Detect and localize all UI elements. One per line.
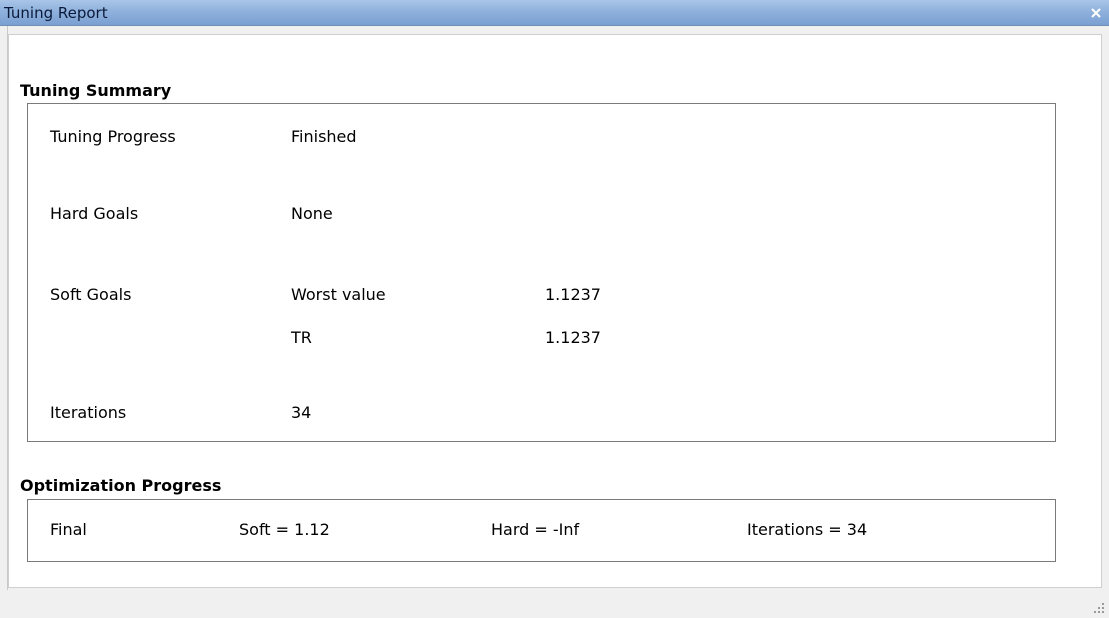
close-button[interactable] [1085, 2, 1107, 24]
close-icon [1091, 8, 1101, 18]
tuning-progress-value: Finished [291, 127, 357, 146]
iterations-label: Iterations [50, 403, 127, 422]
tuning-progress-label: Tuning Progress [50, 127, 176, 146]
soft-goal-value: 1.1237 [545, 328, 601, 347]
optimization-iterations-value: Iterations = 34 [747, 520, 868, 539]
soft-goal-value: 1.1237 [545, 285, 601, 304]
optimization-row-label: Final [50, 520, 87, 539]
iterations-value: 34 [291, 403, 312, 422]
hard-goals-label: Hard Goals [50, 204, 139, 223]
hard-goals-value: None [291, 204, 333, 223]
window-title: Tuning Report [4, 4, 108, 22]
soft-goal-name: TR [291, 328, 312, 347]
tuning-summary-panel: Tuning Progress Finished Hard Goals None… [27, 103, 1056, 442]
resize-grip-icon [1094, 603, 1104, 613]
report-content: Tuning Summary Tuning Progress Finished … [8, 34, 1102, 588]
window-left-edge [0, 26, 8, 617]
tuning-report-window: Tuning Report Tuning Summary Tuning Prog… [0, 0, 1109, 617]
status-bar [0, 590, 1109, 617]
optimization-soft-value: Soft = 1.12 [239, 520, 330, 539]
tuning-summary-title: Tuning Summary [20, 81, 172, 100]
soft-goal-name: Worst value [291, 285, 386, 304]
soft-goals-label: Soft Goals [50, 285, 132, 304]
title-bar[interactable]: Tuning Report [0, 0, 1109, 26]
optimization-progress-panel: Final Soft = 1.12 Hard = -Inf Iterations… [27, 499, 1056, 562]
optimization-progress-title: Optimization Progress [20, 476, 222, 495]
resize-grip[interactable] [1091, 599, 1105, 613]
optimization-hard-value: Hard = -Inf [491, 520, 580, 539]
